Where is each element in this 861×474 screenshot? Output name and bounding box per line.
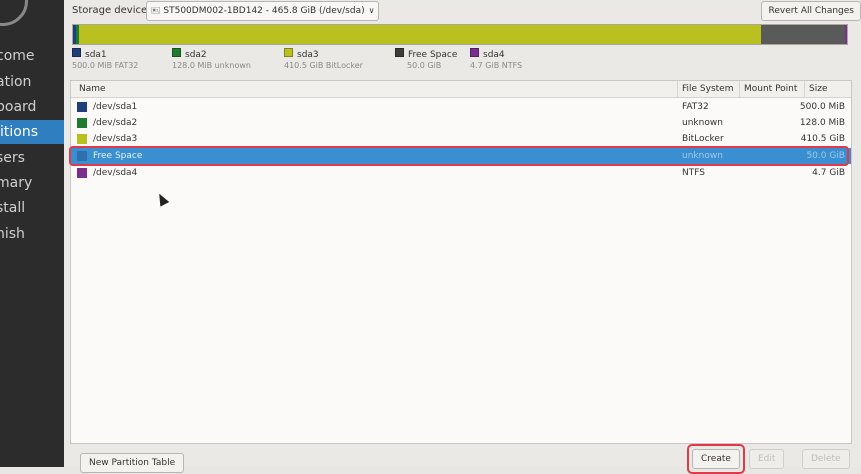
partition-filesystem: unknown bbox=[682, 151, 723, 161]
partition-size: 128.0 MiB bbox=[799, 118, 845, 128]
legend-item: sda4 4.7 GiB NTFS bbox=[470, 48, 522, 70]
partition-table: Name File System Mount Point Size /dev/s… bbox=[69, 80, 852, 444]
legend-name: sda1 bbox=[85, 50, 107, 60]
column-header-size[interactable]: Size bbox=[809, 84, 827, 94]
mouse-cursor-icon bbox=[154, 191, 170, 207]
partition-size: 4.7 GiB bbox=[812, 168, 845, 178]
column-divider bbox=[804, 81, 805, 97]
partition-name: /dev/sda1 bbox=[93, 102, 138, 112]
legend-swatch bbox=[395, 48, 404, 57]
storage-device-select[interactable]: 🖭 ST500DM002-1BD142 - 465.8 GiB (/dev/sda… bbox=[146, 1, 380, 21]
legend-item: Free Space 50.0 GiB bbox=[395, 48, 457, 70]
sidebar-item-welcome[interactable]: come bbox=[0, 48, 35, 64]
partition-name: /dev/sda3 bbox=[93, 134, 138, 144]
usage-segment bbox=[844, 25, 847, 44]
column-divider bbox=[739, 81, 740, 97]
partition-name: /dev/sda4 bbox=[93, 168, 138, 178]
sidebar-item-finish[interactable]: nish bbox=[0, 226, 25, 242]
partition-filesystem: BitLocker bbox=[682, 134, 724, 144]
column-header-mount-point[interactable]: Mount Point bbox=[744, 84, 797, 94]
create-button[interactable]: Create bbox=[687, 444, 745, 474]
storage-device-label: Storage device: bbox=[72, 5, 151, 16]
edit-button[interactable]: Edit bbox=[749, 449, 785, 469]
drive-icon: 🖭 bbox=[151, 6, 161, 15]
legend-item: sda2 128.0 MiB unknown bbox=[172, 48, 251, 70]
legend-name: Free Space bbox=[408, 50, 458, 60]
partition-filesystem: unknown bbox=[682, 118, 723, 128]
legend-name: sda4 bbox=[483, 50, 505, 60]
sidebar-item-partitions[interactable]: itions bbox=[0, 120, 64, 144]
legend-swatch bbox=[72, 48, 81, 57]
legend-info: 410.5 GiB BitLocker bbox=[284, 61, 363, 70]
table-row[interactable]: /dev/sda2 unknown 128.0 MiB bbox=[71, 115, 851, 131]
partition-color-swatch bbox=[77, 118, 87, 128]
partitions-page: Storage device: 🖭 ST500DM002-1BD142 - 465… bbox=[64, 0, 861, 474]
partition-color-swatch bbox=[77, 151, 87, 161]
legend-swatch bbox=[172, 48, 181, 57]
column-header-filesystem[interactable]: File System bbox=[682, 84, 733, 94]
new-partition-table-button[interactable]: New Partition Table bbox=[80, 453, 185, 473]
partition-color-swatch bbox=[77, 134, 87, 144]
sidebar-item-keyboard[interactable]: board bbox=[0, 99, 36, 115]
table-row[interactable]: /dev/sda1 FAT32 500.0 MiB bbox=[71, 99, 851, 115]
legend-info: 50.0 GiB bbox=[407, 61, 442, 70]
partition-filesystem: NTFS bbox=[682, 168, 705, 178]
legend-swatch bbox=[284, 48, 293, 57]
sidebar-item-summary[interactable]: mary bbox=[0, 175, 32, 191]
legend-swatch bbox=[470, 48, 479, 57]
installer-sidebar: come ation board itions sers mary stall … bbox=[0, 0, 64, 467]
legend-info: 128.0 MiB unknown bbox=[172, 61, 251, 70]
chevron-down-icon: ∨ bbox=[368, 6, 375, 15]
installer-logo-icon bbox=[0, 0, 28, 26]
partition-filesystem: FAT32 bbox=[682, 102, 709, 112]
partition-size: 410.5 GiB bbox=[800, 134, 845, 144]
disk-usage-bar bbox=[72, 24, 848, 45]
legend-name: sda2 bbox=[185, 50, 207, 60]
table-header: Name File System Mount Point Size bbox=[71, 81, 851, 98]
legend-info: 500.0 MiB FAT32 bbox=[72, 61, 139, 70]
partition-size: 50.0 GiB bbox=[806, 151, 845, 161]
table-row[interactable]: /dev/sda3 BitLocker 410.5 GiB bbox=[71, 131, 851, 147]
partition-color-swatch bbox=[77, 102, 87, 112]
partition-size: 500.0 MiB bbox=[799, 102, 845, 112]
sidebar-item-location[interactable]: ation bbox=[0, 74, 31, 90]
legend-name: sda3 bbox=[297, 50, 319, 60]
partition-name: Free Space bbox=[93, 151, 143, 161]
column-header-name[interactable]: Name bbox=[79, 84, 106, 94]
partition-name: /dev/sda2 bbox=[93, 118, 138, 128]
column-divider bbox=[677, 81, 678, 97]
partition-legend: sda1 500.0 MiB FAT32 sda2 128.0 MiB unkn… bbox=[72, 48, 852, 74]
table-row-selected[interactable]: Free Space unknown 50.0 GiB bbox=[69, 146, 851, 166]
legend-item: sda1 500.0 MiB FAT32 bbox=[72, 48, 138, 70]
usage-segment bbox=[79, 25, 762, 44]
legend-item: sda3 410.5 GiB BitLocker bbox=[284, 48, 363, 70]
delete-button[interactable]: Delete bbox=[802, 449, 850, 469]
revert-all-changes-button[interactable]: Revert All Changes bbox=[761, 1, 861, 21]
legend-info: 4.7 GiB NTFS bbox=[470, 61, 523, 70]
storage-device-value: ST500DM002-1BD142 - 465.8 GiB (/dev/sda) bbox=[163, 6, 365, 16]
sidebar-item-users[interactable]: sers bbox=[0, 150, 25, 166]
usage-segment bbox=[761, 25, 845, 44]
partition-color-swatch bbox=[77, 168, 87, 178]
table-row[interactable]: /dev/sda4 NTFS 4.7 GiB bbox=[71, 165, 851, 181]
sidebar-item-install[interactable]: stall bbox=[0, 200, 25, 216]
